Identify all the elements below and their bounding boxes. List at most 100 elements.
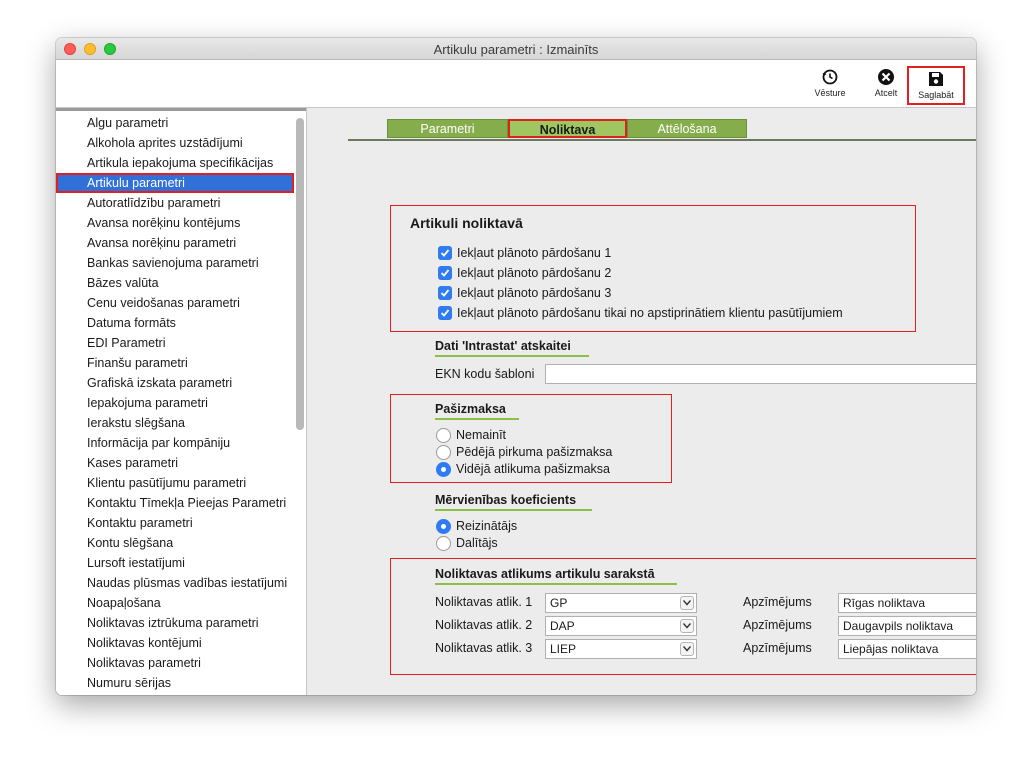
intrastat-title-underline	[435, 355, 589, 357]
chevron-down-icon	[680, 642, 694, 656]
sidebar-item[interactable]: Avansa norēķinu parametri	[56, 233, 294, 253]
balance-row-2-select[interactable]: DAP	[545, 616, 697, 636]
sidebar-item[interactable]: Noapaļošana	[56, 593, 294, 613]
stock-section-title: Artikuli noliktavā	[410, 215, 523, 231]
sidebar-item[interactable]: Noliktavas iztrūkuma parametri	[56, 613, 294, 633]
sidebar-item[interactable]: Finanšu parametri	[56, 353, 294, 373]
checkbox-checked-icon	[438, 306, 452, 320]
sidebar-item[interactable]: Noliktavas kontējumi	[56, 633, 294, 653]
sidebar-item[interactable]: Avansa norēķinu kontējums	[56, 213, 294, 233]
balance-row-3-label: Noliktavas atlik. 3	[435, 641, 533, 655]
cancel-icon	[878, 69, 894, 85]
unit-title-text: Mērvienības koeficients	[435, 493, 577, 507]
history-icon	[822, 69, 838, 85]
checkbox-checked-icon	[438, 286, 452, 300]
sidebar-item[interactable]: Kontu slēgšana	[56, 533, 294, 553]
balance-row-2-desc-input[interactable]: Daugavpils noliktava	[838, 616, 976, 636]
unit-option-label: Dalītājs	[456, 536, 498, 550]
balance-row-3-select[interactable]: LIEP	[545, 639, 697, 659]
cost-option-label: Pēdējā pirkuma pašizmaksa	[456, 445, 613, 459]
sidebar-item[interactable]: EDI Parametri	[56, 333, 294, 353]
sidebar-item[interactable]: Noliktavas parametri	[56, 653, 294, 673]
chevron-down-icon	[680, 596, 694, 610]
sidebar-item[interactable]: Alkohola aprites uzstādījumi	[56, 133, 294, 153]
balance-row-3-value: LIEP	[550, 642, 577, 656]
balance-row-2-value: DAP	[550, 619, 575, 633]
save-icon	[929, 72, 943, 86]
cost-title-underline	[435, 418, 519, 420]
balance-title-text: Noliktavas atlikums artikulu sarakstā	[435, 567, 655, 581]
radio-off-icon	[436, 536, 451, 551]
cost-title: Pašizmaksa	[435, 402, 519, 420]
tab-underline	[348, 139, 976, 141]
sidebar-item[interactable]: Lursoft iestatījumi	[56, 553, 294, 573]
radio-on-icon	[436, 462, 451, 477]
plan-sales-3-label: Iekļaut plānoto pārdošanu 3	[457, 286, 612, 300]
tab-noliktava[interactable]: Noliktava	[508, 119, 627, 138]
chevron-down-icon	[680, 619, 694, 633]
tab-attelosana[interactable]: Attēlošana	[627, 119, 747, 138]
settings-sidebar: Algu parametri Alkohola aprites uzstādīju…	[56, 108, 307, 695]
history-button[interactable]: Vēsture	[806, 68, 854, 98]
main-content: Parametri Noliktava Attēlošana Artikuli …	[308, 108, 976, 695]
balance-row-3-desc-label: Apzīmējums	[743, 641, 812, 655]
sidebar-item[interactable]: Klientu pasūtījumu parametri	[56, 473, 294, 493]
cost-option-label: Vidējā atlikuma pašizmaksa	[456, 462, 611, 476]
sidebar-item[interactable]: Naudas plūsmas vadības iestatījumi	[56, 573, 294, 593]
toolbar: Vēsture Atcelt Saglabāt	[56, 60, 976, 108]
sidebar-item[interactable]: Kontaktu Tīmekļa Pieejas Parametri	[56, 493, 294, 513]
balance-row-2-label: Noliktavas atlik. 2	[435, 618, 533, 632]
cancel-label: Atcelt	[874, 88, 898, 98]
ekn-input[interactable]	[545, 364, 976, 384]
sidebar-item[interactable]: Informācija par kompāniju	[56, 433, 294, 453]
sidebar-item[interactable]: Algu parametri	[56, 113, 294, 133]
intrastat-title-text: Dati 'Intrastat' atskaitei	[435, 339, 571, 353]
ekn-label: EKN kodu šabloni	[435, 367, 535, 381]
plan-sales-confirmed-label: Iekļaut plānoto pārdošanu tikai no apsti…	[457, 306, 843, 320]
balance-row-3-desc-input[interactable]: Liepājas noliktava	[838, 639, 976, 659]
sidebar-item[interactable]: Datuma formāts	[56, 313, 294, 333]
radio-off-icon	[436, 445, 451, 460]
cancel-button[interactable]: Atcelt	[862, 68, 910, 98]
unit-title: Mērvienības koeficients	[435, 493, 592, 511]
sidebar-item[interactable]: Cenu veidošanas parametri	[56, 293, 294, 313]
sidebar-item[interactable]: Iepakojuma parametri	[56, 393, 294, 413]
cost-option-label: Nemainīt	[456, 428, 507, 442]
radio-off-icon	[436, 428, 451, 443]
radio-on-icon	[436, 519, 451, 534]
plan-sales-2-label: Iekļaut plānoto pārdošanu 2	[457, 266, 612, 280]
tab-parametri[interactable]: Parametri	[387, 119, 508, 138]
balance-row-1-desc-label: Apzīmējums	[743, 595, 812, 609]
sidebar-divider	[56, 108, 306, 111]
app-window: Artikulu parametri : Izmainīts Vēsture A…	[56, 38, 976, 695]
balance-row-1-value: GP	[550, 596, 568, 610]
sidebar-item[interactable]: Bankas savienojuma parametri	[56, 253, 294, 273]
plan-sales-1-label: Iekļaut plānoto pārdošanu 1	[457, 246, 612, 260]
balance-row-1-label: Noliktavas atlik. 1	[435, 595, 533, 609]
sidebar-item[interactable]: Grafiskā izskata parametri	[56, 373, 294, 393]
sidebar-item[interactable]: Artikulu parametri	[56, 173, 294, 193]
sidebar-item[interactable]: Kontaktu parametri	[56, 513, 294, 533]
sidebar-item[interactable]: Autoratlīdzību parametri	[56, 193, 294, 213]
balance-title: Noliktavas atlikums artikulu sarakstā	[435, 567, 677, 585]
sidebar-item[interactable]: Ierakstu slēgšana	[56, 413, 294, 433]
cost-title-text: Pašizmaksa	[435, 402, 506, 416]
balance-row-1-desc-input[interactable]: Rīgas noliktava	[838, 593, 976, 613]
window-title: Artikulu parametri : Izmainīts	[433, 42, 599, 57]
sidebar-item[interactable]: Bāzes valūta	[56, 273, 294, 293]
sidebar-item[interactable]: Numuru sērijas	[56, 673, 294, 693]
save-button[interactable]: Saglabāt	[907, 66, 965, 105]
unit-option-label: Reizinātājs	[456, 519, 518, 533]
checkbox-checked-icon	[438, 266, 452, 280]
cost-section: Pašizmaksa Nemainīt Pēdējā pirkuma pašiz…	[390, 394, 672, 483]
stock-section: Artikuli noliktavā Iekļaut plānoto pārdo…	[390, 205, 916, 332]
save-label: Saglabāt	[918, 90, 954, 100]
unit-title-underline	[435, 509, 592, 511]
balance-row-1-select[interactable]: GP	[545, 593, 697, 613]
intrastat-title: Dati 'Intrastat' atskaitei	[435, 339, 589, 357]
balance-row-2-desc-label: Apzīmējums	[743, 618, 812, 632]
sidebar-item[interactable]: Artikula iepakojuma specifikācijas	[56, 153, 294, 173]
sidebar-item[interactable]: Kases parametri	[56, 453, 294, 473]
sidebar-scrollbar[interactable]	[296, 118, 304, 430]
sidebar-list: Algu parametri Alkohola aprites uzstādīju…	[56, 113, 294, 693]
